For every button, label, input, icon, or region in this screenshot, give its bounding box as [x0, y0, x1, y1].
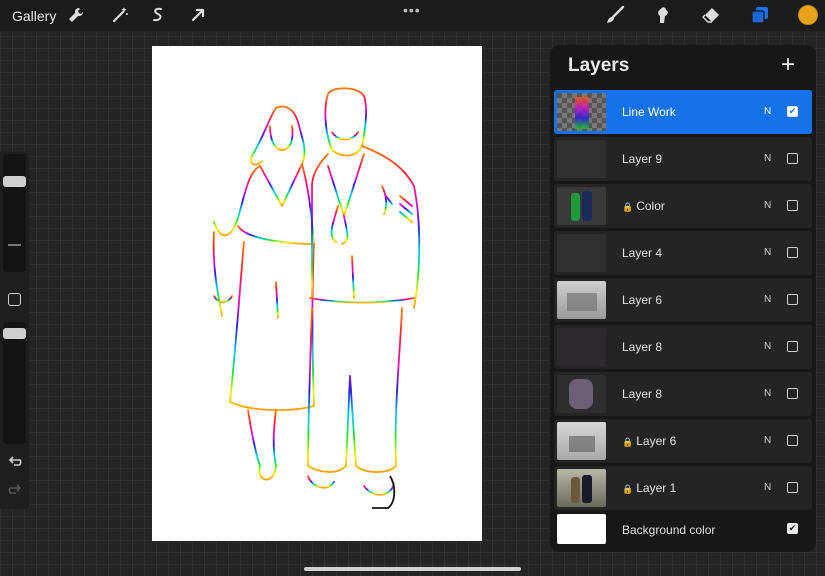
layer-name: 🔒 Layer 1	[622, 481, 677, 495]
layer-row-layer-6[interactable]: Layer 6 N	[554, 278, 812, 322]
layer-visibility-checkbox[interactable]	[787, 435, 798, 446]
layer-thumbnail	[557, 375, 606, 413]
blend-mode-label[interactable]: N	[764, 294, 771, 305]
layer-thumbnail	[557, 93, 606, 131]
layer-thumbnail	[557, 422, 606, 460]
color-picker-button[interactable]	[798, 5, 818, 25]
magic-wand-icon[interactable]	[110, 5, 130, 25]
layer-visibility-checkbox[interactable]	[787, 294, 798, 305]
layer-name: Background color	[622, 523, 716, 537]
wrench-icon[interactable]	[66, 5, 86, 25]
layer-row-layer-9[interactable]: Layer 9 N	[554, 137, 812, 181]
top-toolbar: Gallery •••	[0, 0, 825, 31]
brush-icon[interactable]	[605, 5, 625, 25]
layers-title: Layers	[568, 55, 630, 76]
layer-thumbnail	[557, 234, 606, 272]
line-art-drawing	[212, 87, 421, 509]
layer-visibility-checkbox[interactable]	[787, 482, 798, 493]
brush-size-slider[interactable]	[3, 154, 26, 272]
layer-visibility-checkbox[interactable]: ✔	[787, 106, 798, 117]
layer-visibility-checkbox[interactable]	[787, 341, 798, 352]
layer-thumbnail	[557, 140, 606, 178]
layer-row-layer-1[interactable]: 🔒 Layer 1 N	[554, 466, 812, 510]
modify-button[interactable]	[8, 293, 21, 306]
redo-icon[interactable]	[7, 482, 23, 498]
home-indicator[interactable]	[304, 567, 521, 571]
layer-thumbnail	[557, 281, 606, 319]
layer-row-background-color[interactable]: Background color ✔	[554, 511, 812, 547]
layer-row-line-work[interactable]: Line Work N ✔	[554, 90, 812, 134]
slider-tick	[8, 244, 21, 246]
blend-mode-label[interactable]: N	[764, 106, 771, 117]
layer-visibility-checkbox[interactable]	[787, 388, 798, 399]
layer-name: 🔒 Layer 6	[622, 434, 677, 448]
layer-thumbnail	[557, 187, 606, 225]
blend-mode-label[interactable]: N	[764, 153, 771, 164]
layers-icon[interactable]	[750, 5, 770, 25]
brush-size-handle[interactable]	[3, 176, 26, 187]
gallery-button[interactable]: Gallery	[12, 8, 56, 24]
lock-icon: 🔒	[622, 484, 634, 494]
drawing-canvas[interactable]	[152, 46, 482, 541]
layer-visibility-checkbox[interactable]	[787, 153, 798, 164]
layer-name: Layer 4	[622, 246, 663, 260]
eraser-icon[interactable]	[701, 5, 721, 25]
layer-row-layer-6-locked[interactable]: 🔒 Layer 6 N	[554, 419, 812, 463]
blend-mode-label[interactable]: N	[764, 341, 771, 352]
add-layer-button[interactable]: +	[781, 51, 795, 79]
layer-name: Layer 8	[622, 387, 663, 401]
smudge-icon[interactable]	[652, 5, 672, 25]
blend-mode-label[interactable]: N	[764, 482, 771, 493]
layer-row-color[interactable]: 🔒 Color N	[554, 184, 812, 228]
layer-visibility-checkbox[interactable]	[787, 200, 798, 211]
more-options-icon[interactable]: •••	[403, 2, 421, 18]
layer-name: Layer 8	[622, 340, 663, 354]
layer-name: Layer 9	[622, 152, 663, 166]
lock-icon: 🔒	[622, 437, 634, 447]
left-sidebar	[0, 152, 29, 509]
selection-icon[interactable]	[148, 5, 168, 25]
layer-row-layer-8[interactable]: Layer 8 N	[554, 325, 812, 369]
layer-name: 🔒 Color	[622, 199, 665, 213]
blend-mode-label[interactable]: N	[764, 388, 771, 399]
layer-row-layer-8-blur[interactable]: Layer 8 N	[554, 372, 812, 416]
blend-mode-label[interactable]: N	[764, 247, 771, 258]
layer-name: Line Work	[622, 105, 676, 119]
background-color-swatch[interactable]	[557, 514, 606, 544]
undo-icon[interactable]	[7, 454, 23, 470]
transform-arrow-icon[interactable]	[188, 5, 208, 25]
layer-row-layer-4[interactable]: Layer 4 N	[554, 231, 812, 275]
lock-icon: 🔒	[622, 202, 634, 212]
blend-mode-label[interactable]: N	[764, 200, 771, 211]
layer-thumbnail	[557, 469, 606, 507]
background-visibility-checkbox[interactable]: ✔	[787, 523, 798, 534]
opacity-slider[interactable]	[3, 322, 26, 444]
opacity-handle[interactable]	[3, 328, 26, 339]
layer-visibility-checkbox[interactable]	[787, 247, 798, 258]
layer-name: Layer 6	[622, 293, 663, 307]
blend-mode-label[interactable]: N	[764, 435, 771, 446]
layers-panel: Layers + Line Work N ✔ Layer 9 N 🔒 Color …	[550, 45, 816, 552]
layer-thumbnail	[557, 328, 606, 366]
